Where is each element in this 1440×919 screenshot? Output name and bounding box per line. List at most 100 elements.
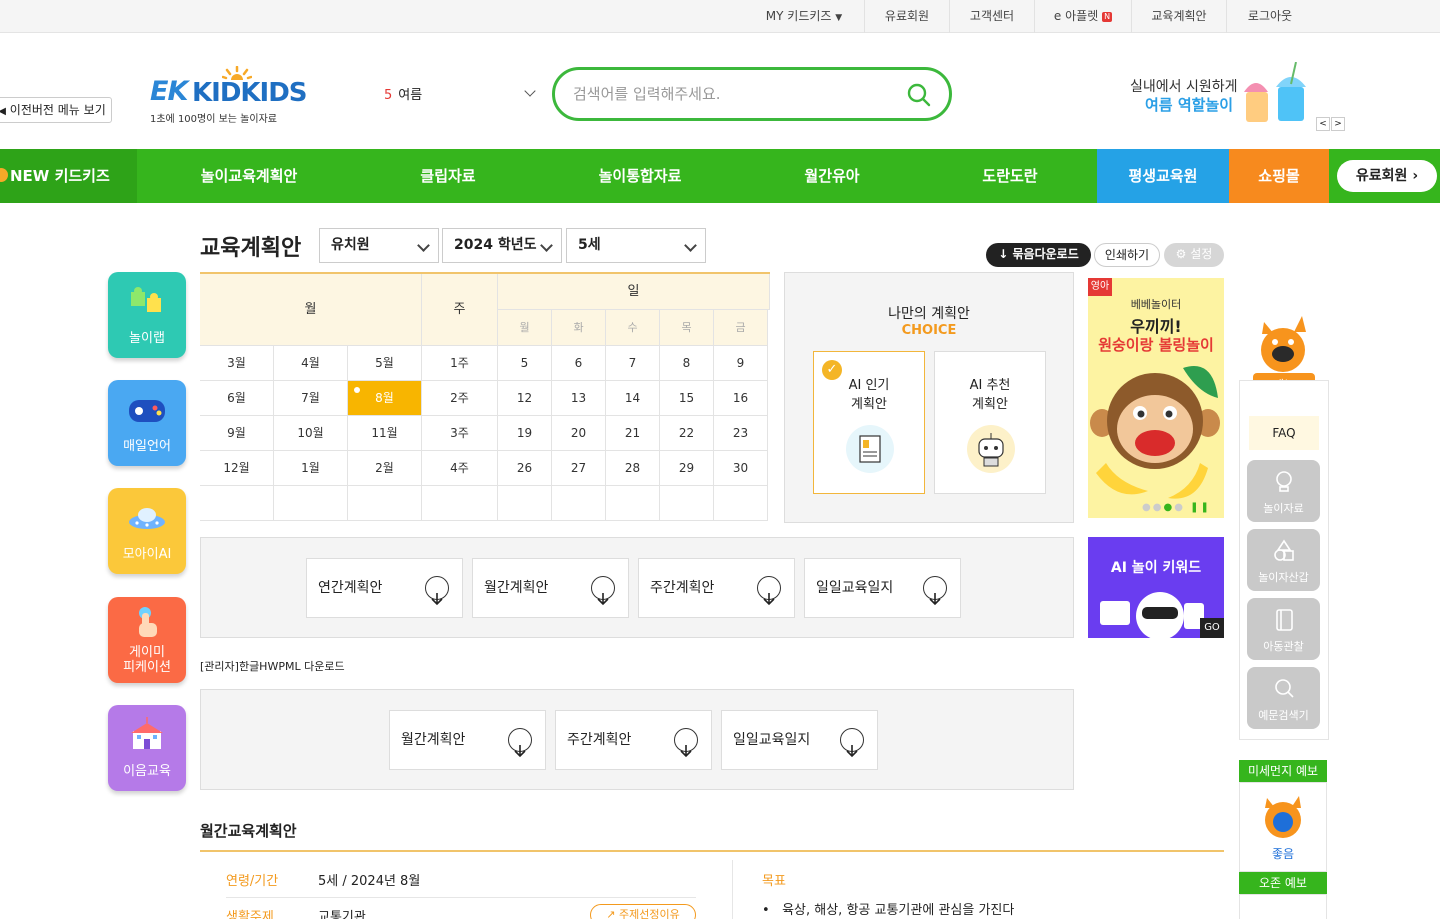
quick-example-search[interactable]: 예문검색기 xyxy=(1247,667,1320,729)
quick-play-materials[interactable]: 놀이자료 xyxy=(1247,460,1320,522)
paid-member-button[interactable]: 유료회원 › xyxy=(1337,160,1437,192)
nav-item-lifelong[interactable]: 평생교육원 xyxy=(1097,149,1229,203)
calendar-month-cell[interactable]: 4월 xyxy=(274,346,348,381)
download-button[interactable]: 일일교육일지 xyxy=(721,710,878,770)
calendar-day-cell[interactable]: 8 xyxy=(660,346,714,381)
calendar-day-cell[interactable]: 14 xyxy=(606,381,660,416)
calendar-month-cell[interactable]: 3월 xyxy=(200,346,274,381)
calendar-month-cell[interactable]: 9월 xyxy=(200,416,274,451)
nav-new-kidkids[interactable]: NEW 키드키즈 xyxy=(0,149,137,203)
calendar-day-cell[interactable]: 28 xyxy=(606,451,660,486)
admin-hwpml-link[interactable]: [관리자]한글HWPML 다운로드 xyxy=(200,658,345,674)
life-theme-value: 교통기관 xyxy=(318,910,366,919)
arrow-down-icon xyxy=(508,728,532,758)
shaved-ice-image xyxy=(1244,62,1306,122)
sidebar-item-connected-education[interactable]: 이음교육 xyxy=(108,705,186,791)
calendar-day-cell[interactable]: 27 xyxy=(552,451,606,486)
banner-next-button[interactable]: > xyxy=(1331,117,1345,131)
calendar-month-cell[interactable]: 8월 xyxy=(348,381,422,416)
calendar-month-cell[interactable]: 11월 xyxy=(348,416,422,451)
header-banner[interactable]: 실내에서 시원하게 여름 역할놀이 < > xyxy=(1128,62,1345,131)
calendar-day-cell[interactable]: 6 xyxy=(552,346,606,381)
calendar-day-cell[interactable]: 19 xyxy=(498,416,552,451)
download-button[interactable]: 주간계획안 xyxy=(555,710,712,770)
calendar-day-cell[interactable]: 29 xyxy=(660,451,714,486)
calendar-day-cell[interactable]: 13 xyxy=(552,381,606,416)
calendar-month-cell[interactable]: 5월 xyxy=(348,346,422,381)
arrow-down-icon xyxy=(923,576,947,606)
search-icon[interactable] xyxy=(907,83,931,107)
calendar-month-cell[interactable]: 1월 xyxy=(274,451,348,486)
calendar-day-cell[interactable]: 12 xyxy=(498,381,552,416)
sidebar-item-daily-language[interactable]: 매일언어 xyxy=(108,380,186,466)
banner-title2: 원숭이랑 볼링놀이 xyxy=(1098,336,1214,354)
download-button[interactable]: 연간계획안 xyxy=(306,558,463,618)
quick-child-observation[interactable]: 아동관찰 xyxy=(1247,598,1320,660)
calendar-month-cell[interactable]: 2월 xyxy=(348,451,422,486)
calendar-week-header: 주 xyxy=(422,274,498,346)
ozone-panel xyxy=(1239,894,1327,919)
sidebar-item-playlab[interactable]: 놀이랩 xyxy=(108,272,186,358)
ai-play-keyword-banner[interactable]: AI 놀이 키워드 GO xyxy=(1088,537,1224,638)
nav-item-clips[interactable]: 클립자료 xyxy=(378,149,518,203)
bundle-download-button[interactable]: ↓ 묶음다운로드 xyxy=(986,243,1091,267)
nav-item-shop[interactable]: 쇼핑몰 xyxy=(1229,149,1329,203)
paid-member-link[interactable]: 유료회원 xyxy=(866,0,948,33)
calendar-weekday-header: 목 xyxy=(660,310,714,346)
sidebar-item-gamification[interactable]: 게이미 피케이션 xyxy=(108,597,186,683)
my-kidkids-link[interactable]: MY 키드키즈 ▼ xyxy=(754,0,854,33)
calendar-day-cell[interactable]: 21 xyxy=(606,416,660,451)
calendar-day-cell[interactable]: 22 xyxy=(660,416,714,451)
education-plan-link[interactable]: 교육계획안 xyxy=(1133,0,1225,33)
sidebar-item-moai-ai[interactable]: 모아이AI xyxy=(108,488,186,574)
logout-link[interactable]: 로그아웃 xyxy=(1228,0,1312,33)
school-year-select[interactable]: 2024 학년도 xyxy=(442,228,562,263)
calendar-day-cell[interactable]: 16 xyxy=(714,381,768,416)
banner-prev-button[interactable]: < xyxy=(1316,117,1330,131)
calendar-day-cell[interactable]: 9 xyxy=(714,346,768,381)
season-select[interactable]: 5 여름 xyxy=(384,84,544,104)
school-type-select[interactable]: 유치원 xyxy=(319,228,439,263)
calendar-month-cell[interactable]: 6월 xyxy=(200,381,274,416)
carousel-dots[interactable]: ●●●● ❚❚ xyxy=(1142,502,1211,513)
calendar-month-cell[interactable]: 7월 xyxy=(274,381,348,416)
download-button[interactable]: 일일교육일지 xyxy=(804,558,961,618)
kidkids-logo[interactable]: EK KIDKIDS 1초에 100명이 보는 놀이자료 xyxy=(150,66,320,126)
calendar-day-cell[interactable]: 26 xyxy=(498,451,552,486)
calendar-day-cell[interactable]: 30 xyxy=(714,451,768,486)
monkey-bowling-banner[interactable]: 영아 베베놀이터 우끼끼! 원숭이랑 볼링놀이 ●●●● ❚❚ xyxy=(1088,278,1224,518)
calendar-week-cell[interactable]: 1주 xyxy=(422,346,498,381)
nav-item-play-plan[interactable]: 놀이교육계획안 xyxy=(160,149,338,203)
customer-center-link[interactable]: 고객센터 xyxy=(951,0,1033,33)
faq-button[interactable]: FAQ xyxy=(1249,416,1319,450)
calendar-day-cell[interactable]: 23 xyxy=(714,416,768,451)
calendar-day-cell[interactable]: 20 xyxy=(552,416,606,451)
calendar-weekday-header: 수 xyxy=(606,310,660,346)
print-button[interactable]: 인쇄하기 xyxy=(1094,243,1160,267)
download-button[interactable]: 월간계획안 xyxy=(472,558,629,618)
quick-play-assets[interactable]: 놀이자산갑 xyxy=(1247,529,1320,591)
ai-popular-plan-card[interactable]: ✓ AI 인기 계획안 xyxy=(813,351,925,494)
calendar-week-cell[interactable]: 4주 xyxy=(422,451,498,486)
calendar-week-cell[interactable]: 3주 xyxy=(422,416,498,451)
nav-item-doran[interactable]: 도란도란 xyxy=(940,149,1080,203)
age-select[interactable]: 5세 xyxy=(566,228,706,263)
ai-recommended-plan-card[interactable]: AI 추천 계획안 xyxy=(934,351,1046,494)
e-album-link[interactable]: e 아플렛 N xyxy=(1036,0,1130,33)
chevron-right-icon: › xyxy=(1412,168,1419,184)
theme-reason-button[interactable]: ↗ 주제선정이유 xyxy=(590,904,696,919)
calendar-week-cell[interactable]: 2주 xyxy=(422,381,498,416)
previous-menu-button[interactable]: ◀ 이전버전 메뉴 보기 xyxy=(0,97,112,123)
calendar-day-cell[interactable]: 7 xyxy=(606,346,660,381)
go-button[interactable]: GO xyxy=(1200,618,1224,638)
calendar-day-cell[interactable]: 5 xyxy=(498,346,552,381)
calendar-day-cell[interactable]: 15 xyxy=(660,381,714,416)
search-input[interactable] xyxy=(573,82,893,106)
nav-item-integrated[interactable]: 놀이통합자료 xyxy=(560,149,720,203)
download-button[interactable]: 주간계획안 xyxy=(638,558,795,618)
download-button[interactable]: 월간계획안 xyxy=(389,710,546,770)
calendar-month-cell[interactable]: 12월 xyxy=(200,451,274,486)
settings-button[interactable]: ⚙ 설정 xyxy=(1164,243,1224,267)
nav-item-monthly[interactable]: 월간유아 xyxy=(762,149,902,203)
calendar-month-cell[interactable]: 10월 xyxy=(274,416,348,451)
